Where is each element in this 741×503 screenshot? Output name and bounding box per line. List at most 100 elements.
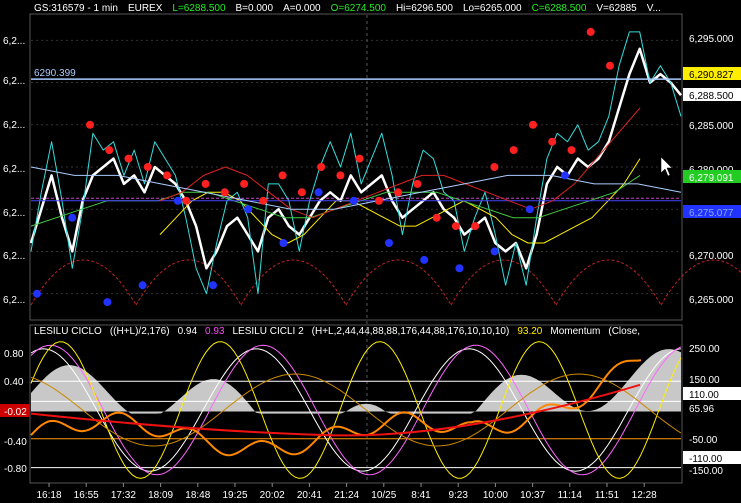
right-price-tick: 6,270.000: [689, 251, 734, 262]
hdr-item: Lo=6265.000: [463, 3, 522, 14]
swing-high-dot: [413, 179, 422, 188]
right-price-tick: 6,265.000: [689, 295, 734, 306]
x-tick-label: 10:37: [520, 490, 545, 501]
swing-low-dot: [279, 239, 288, 247]
chart-canvas[interactable]: GS:316579 - 1 min EUREX L=6288.500 B=0.000 A…: [0, 0, 741, 503]
swing-high-dot: [490, 163, 499, 171]
swing-high-dot: [567, 146, 576, 155]
swing-high-dot: [259, 196, 268, 205]
swing-high-dot: [374, 196, 383, 205]
swing-high-dot: [201, 179, 210, 188]
swing-high-dot: [317, 163, 326, 171]
hdr-item: V...: [647, 3, 661, 14]
left-price-tick: 6,2...: [3, 36, 25, 47]
right-price-tick: 6,275.077: [689, 208, 734, 219]
x-tick-label: 16:18: [36, 490, 61, 501]
swing-high-dot: [86, 120, 94, 129]
x-tick-label: 12:28: [632, 490, 657, 501]
right-osc-tick: 110.00: [689, 390, 719, 401]
ihdr-item: (H+L,2,44,44,88,88,176,44,88,176,10,10,1…: [312, 326, 510, 337]
swing-high-dot: [529, 120, 537, 129]
ihdr-item: 93.20: [517, 326, 542, 337]
swing-low-dot: [349, 196, 358, 205]
swing-low-dot: [561, 171, 569, 180]
ihdr-item: ((H+L)/2,176): [110, 326, 170, 337]
swing-low-dot: [33, 289, 41, 298]
swing-low-dot: [244, 205, 253, 214]
hdr-item: V=62885: [596, 3, 637, 14]
ihdr-item: LESILU CICLO: [34, 326, 102, 337]
swing-low-dot: [138, 281, 147, 290]
x-tick-label: 11:51: [595, 490, 620, 501]
trading-chart-window: GS:316579 - 1 min EUREX L=6288.500 B=0.000 A…: [0, 0, 741, 503]
right-price-tick: 6,295.000: [689, 34, 734, 45]
x-tick-label: 11:14: [558, 490, 583, 501]
swing-low-dot: [385, 239, 393, 247]
swing-low-dot: [420, 255, 429, 264]
left-osc-tick: -0.02: [4, 407, 27, 418]
swing-high-dot: [105, 146, 114, 155]
ihdr-item: 0.93: [205, 326, 225, 337]
right-osc-tick: 250.00: [689, 344, 720, 355]
hdr-item: A=0.000: [283, 3, 321, 14]
swing-low-dot: [68, 213, 77, 222]
swing-low-dot: [173, 196, 182, 205]
swing-high-dot: [163, 171, 171, 180]
right-price-tick: 6,279.091: [689, 173, 734, 184]
left-price-tick: 6,2...: [3, 76, 25, 87]
swing-high-dot: [355, 154, 364, 163]
right-price-tick: 6,290.827: [689, 70, 734, 81]
x-tick-label: 10/25: [371, 490, 396, 501]
x-tick-label: 19:25: [222, 490, 247, 501]
swing-low-dot: [490, 247, 499, 256]
price-header: GS:316579 - 1 min EUREX L=6288.500 B=0.000 A…: [34, 3, 661, 14]
swing-high-dot: [606, 61, 614, 70]
swing-high-dot: [297, 188, 306, 197]
left-price-tick: 6,2...: [3, 208, 25, 219]
swing-low-dot: [525, 205, 534, 214]
swing-high-dot: [394, 188, 403, 197]
right-osc-tick: -150.00: [689, 466, 723, 477]
swing-high-dot: [182, 196, 191, 205]
swing-low-dot: [209, 281, 217, 290]
hdr-item: B=0.000: [236, 3, 274, 14]
hdr-item: C=6288.500: [532, 3, 587, 14]
right-osc-tick: -50.00: [689, 435, 718, 446]
left-price-tick: 6,2...: [3, 295, 25, 306]
x-tick-label: 8:41: [411, 490, 431, 501]
left-price-tick: 6,2...: [3, 251, 25, 262]
right-osc-tick: 150.00: [689, 375, 720, 386]
swing-high-dot: [432, 213, 441, 222]
swing-high-dot: [509, 146, 518, 155]
x-tick-label: 18:48: [185, 490, 210, 501]
left-price-tick: 6,2...: [3, 120, 25, 131]
hdr-item: Hi=6296.500: [396, 3, 453, 14]
x-tick-label: 16:55: [74, 490, 99, 501]
right-price-tick: 6,285.000: [689, 121, 734, 132]
swing-high-dot: [278, 171, 287, 180]
reference-level-label: 6290.399: [34, 68, 76, 79]
ihdr-item: LESILU CICLI 2: [233, 326, 305, 337]
x-tick-label: 9:23: [448, 490, 468, 501]
swing-high-dot: [240, 179, 249, 188]
right-osc-tick: -110.00: [689, 454, 723, 465]
right-osc-tick: 65.96: [689, 404, 714, 415]
hdr-item: L=6288.500: [172, 3, 226, 14]
x-tick-label: 17:32: [111, 490, 136, 501]
left-osc-tick: -0.80: [4, 464, 27, 475]
left-price-tick: 6,2...: [3, 164, 25, 175]
x-tick-label: 10:00: [483, 490, 508, 501]
swing-low-dot: [103, 298, 112, 307]
left-osc-tick: -0.40: [4, 437, 27, 448]
swing-high-dot: [586, 27, 595, 36]
right-price-tick: 6,288.500: [689, 91, 734, 102]
swing-low-dot: [314, 188, 323, 197]
ihdr-item: Momentum: [550, 326, 600, 337]
hdr-item: O=6274.500: [331, 3, 387, 14]
left-osc-tick: 0.80: [4, 349, 24, 360]
ihdr-item: (Close,: [608, 326, 640, 337]
swing-low-dot: [455, 264, 464, 273]
swing-high-dot: [451, 222, 460, 231]
ihdr-item: 0.94: [178, 326, 198, 337]
swing-high-dot: [471, 222, 480, 231]
